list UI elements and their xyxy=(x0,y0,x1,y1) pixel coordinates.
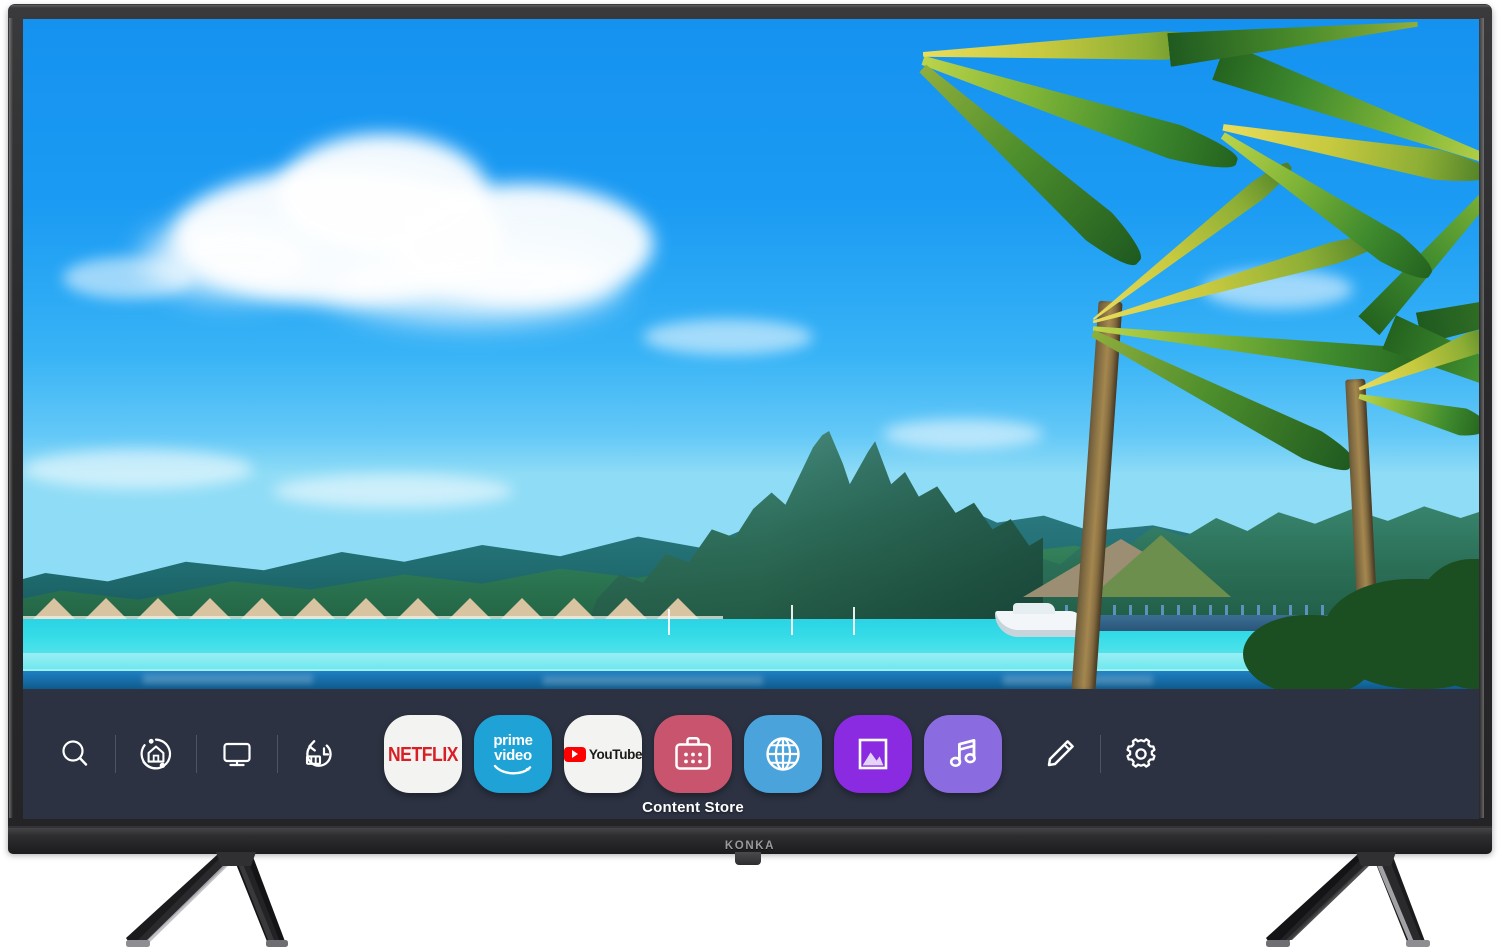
youtube-play-icon xyxy=(563,746,586,762)
app-label-content-store: Content Store xyxy=(642,799,744,816)
netflix-wordmark: NETFLIX xyxy=(387,741,459,766)
music-note-icon xyxy=(949,739,976,767)
foreground-shrub xyxy=(1243,615,1373,689)
wallpaper-tropical-lagoon xyxy=(23,19,1479,689)
palm-frond xyxy=(1354,320,1479,402)
app-tile-web-browser[interactable] xyxy=(744,715,822,793)
edit-button[interactable] xyxy=(1028,722,1092,786)
search-button[interactable] xyxy=(43,722,107,786)
app-tiles-group: NETFLIX prime video YouTube Content Stor… xyxy=(384,715,1002,816)
divider xyxy=(277,735,278,773)
divider xyxy=(196,735,197,773)
tv-stand-foot-right xyxy=(1266,852,1430,947)
prime-video-wordmark: prime video xyxy=(493,732,533,776)
palm-frond xyxy=(1220,109,1479,191)
tv-display-icon xyxy=(223,742,251,767)
divider xyxy=(1100,735,1101,773)
quick-actions-group xyxy=(23,689,350,819)
search-icon xyxy=(62,740,88,766)
home-dashboard-icon xyxy=(140,738,172,770)
recents-button[interactable] xyxy=(286,722,350,786)
brand-logo: KONKA xyxy=(724,840,776,852)
app-tile-content-store[interactable]: Content Store xyxy=(642,715,744,816)
youtube-wordmark: YouTube xyxy=(563,746,643,762)
tv-screen: NETFLIX prime video YouTube Content Stor… xyxy=(23,19,1479,819)
app-tile-photo-video[interactable] xyxy=(834,715,912,793)
bezel-top-edge xyxy=(10,5,1490,8)
tv-stand-foot-left xyxy=(126,852,288,947)
app-tile-netflix[interactable]: NETFLIX xyxy=(384,715,462,793)
tail-actions-group xyxy=(1028,689,1173,819)
inputs-button[interactable] xyxy=(205,722,269,786)
konka-smart-tv-product-image: NETFLIX prime video YouTube Content Stor… xyxy=(0,0,1500,952)
shopping-bag-icon xyxy=(675,737,711,770)
app-tile-prime-video[interactable]: prime video xyxy=(474,715,552,793)
amazon-smile-icon xyxy=(493,765,532,775)
gear-settings-icon xyxy=(1126,738,1156,768)
ir-receiver-nub xyxy=(735,852,761,865)
bezel-left-edge xyxy=(9,18,13,818)
settings-button[interactable] xyxy=(1109,722,1173,786)
webos-launcher-bar: NETFLIX prime video YouTube Content Stor… xyxy=(23,689,1479,819)
bezel-right-edge xyxy=(1479,18,1484,818)
palm-tree-right xyxy=(23,19,1479,689)
app-tile-youtube[interactable]: YouTube xyxy=(563,715,643,793)
chin-highlight xyxy=(8,828,1492,836)
palm-frond xyxy=(1355,380,1479,444)
divider xyxy=(115,735,116,773)
home-dashboard-button[interactable] xyxy=(124,722,188,786)
globe-icon xyxy=(766,737,800,771)
pencil-edit-icon xyxy=(1047,740,1074,767)
app-tile-music[interactable] xyxy=(924,715,1002,793)
picture-icon xyxy=(858,738,888,770)
recent-history-icon xyxy=(305,740,332,767)
